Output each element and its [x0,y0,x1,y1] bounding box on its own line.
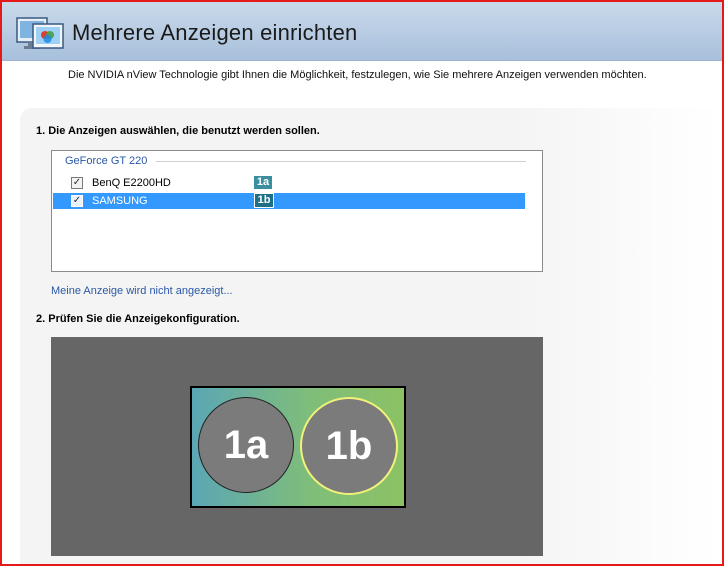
page-description: Die NVIDIA nView Technologie gibt Ihnen … [68,69,647,81]
desktop-layout[interactable]: 1a 1b [190,386,406,508]
gpu-group-label: GeForce GT 220 [65,155,154,167]
display-name: BenQ E2200HD [92,177,171,189]
display-row-samsung[interactable]: ✓ SAMSUNG 1b [53,193,525,209]
display-badge: 1a [254,176,272,189]
gpu-group-divider [156,161,526,162]
step1-heading: 1. Die Anzeigen auswählen, die benutzt w… [36,125,320,137]
display-row-benq[interactable]: ✓ BenQ E2200HD 1a [53,175,525,191]
multi-monitor-icon [16,14,64,54]
display-configuration-preview: 1a 1b [51,337,543,556]
display-selection-list: GeForce GT 220 ✓ BenQ E2200HD 1a ✓ SAMSU… [51,150,543,272]
display-not-shown-link[interactable]: Meine Anzeige wird nicht angezeigt... [51,285,233,297]
step2-heading: 2. Prüfen Sie die Anzeigekonfiguration. [36,313,240,325]
page-title: Mehrere Anzeigen einrichten [72,20,358,45]
display-checkbox-benq[interactable]: ✓ [71,177,83,189]
display-checkbox-samsung[interactable]: ✓ [71,195,83,207]
display-badge: 1b [254,193,274,208]
page-header: Mehrere Anzeigen einrichten [2,2,722,61]
display-name: SAMSUNG [92,195,148,207]
display-preview-1b[interactable]: 1b [300,397,398,495]
display-preview-1a[interactable]: 1a [198,397,294,493]
